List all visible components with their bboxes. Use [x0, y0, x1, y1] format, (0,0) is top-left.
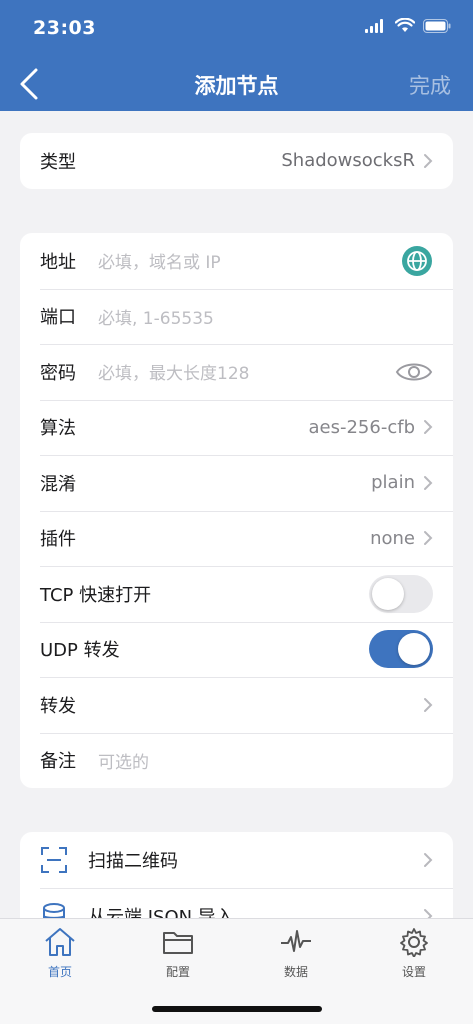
tab-data-label: 数据: [283, 965, 308, 979]
chevron-right-icon: [424, 853, 433, 867]
remark-label: 备注: [40, 751, 76, 773]
navigation-bar: 23:03 添加节点 完成: [0, 0, 473, 111]
plugin-value: none: [370, 527, 415, 549]
port-row: 端口 必填, 1-65535: [20, 288, 453, 345]
tab-home-label: 首页: [47, 965, 72, 979]
scan-qr-label: 扫描二维码: [88, 851, 178, 872]
password-input[interactable]: 必填，最大长度128: [98, 359, 395, 384]
address-label: 地址: [40, 251, 76, 273]
udp-relay-label: UDP 转发: [40, 640, 120, 662]
tcp-fast-open-toggle[interactable]: [369, 574, 433, 613]
plugin-label: 插件: [40, 529, 76, 551]
battery-icon: [423, 18, 451, 33]
status-time: 23:03: [33, 17, 96, 39]
port-input[interactable]: 必填, 1-65535: [98, 304, 433, 329]
toggle-knob: [398, 633, 430, 666]
folder-icon: [163, 932, 193, 954]
wifi-icon: [395, 18, 415, 32]
type-label: 类型: [40, 151, 76, 173]
tab-settings-label: 设置: [401, 965, 426, 979]
chevron-right-icon: [424, 531, 433, 546]
home-icon: [45, 928, 75, 956]
type-row[interactable]: 类型 ShadowsocksR: [20, 133, 453, 189]
algorithm-value: aes-256-cfb: [308, 416, 416, 438]
chevron-right-icon: [424, 475, 433, 490]
tab-settings[interactable]: 设置: [374, 927, 454, 980]
done-button[interactable]: 完成: [409, 70, 451, 100]
server-form-card: 地址 必填，域名或 IP 端口 必填, 1-65535 密码 必填，最大长度12…: [20, 233, 453, 788]
home-indicator: [152, 1006, 322, 1012]
type-value: ShadowsocksR: [281, 150, 415, 172]
remark-input[interactable]: 可选的: [98, 748, 433, 773]
obfs-row[interactable]: 混淆 plain: [20, 455, 453, 511]
chevron-right-icon: [424, 420, 433, 435]
forward-label: 转发: [40, 695, 76, 717]
gear-icon: [400, 928, 428, 958]
activity-icon: [281, 930, 311, 952]
obfs-label: 混淆: [40, 473, 76, 495]
eye-icon[interactable]: [395, 359, 433, 385]
obfs-value: plain: [371, 472, 415, 494]
globe-icon[interactable]: [401, 245, 433, 277]
page-title: 添加节点: [194, 74, 279, 98]
tab-home[interactable]: 首页: [20, 927, 100, 980]
algorithm-label: 算法: [40, 418, 76, 440]
tab-config-label: 配置: [165, 965, 190, 979]
plugin-row[interactable]: 插件 none: [20, 510, 453, 567]
chevron-right-icon: [424, 697, 433, 712]
tcp-fast-open-label: TCP 快速打开: [40, 584, 152, 606]
chevron-right-icon: [424, 153, 433, 168]
forward-row[interactable]: 转发: [20, 677, 453, 733]
scan-qr-row[interactable]: 扫描二维码: [20, 832, 453, 888]
password-label: 密码: [40, 362, 76, 384]
tab-data[interactable]: 数据: [256, 927, 336, 980]
udp-relay-row: UDP 转发: [20, 621, 453, 678]
type-card: 类型 ShadowsocksR: [20, 133, 453, 189]
remark-row: 备注 可选的: [20, 732, 453, 789]
port-label: 端口: [40, 307, 76, 329]
address-row: 地址 必填，域名或 IP: [20, 233, 453, 289]
address-input[interactable]: 必填，域名或 IP: [98, 248, 401, 273]
toggle-knob: [372, 577, 404, 610]
scan-icon: [41, 847, 67, 873]
tab-config[interactable]: 配置: [138, 927, 218, 980]
algorithm-row[interactable]: 算法 aes-256-cfb: [20, 399, 453, 456]
udp-relay-toggle[interactable]: [369, 630, 433, 669]
tcp-fast-open-row: TCP 快速打开: [20, 566, 453, 622]
status-icons: [365, 18, 451, 33]
password-row: 密码 必填，最大长度128: [20, 344, 453, 400]
cellular-signal-icon: [365, 18, 383, 33]
